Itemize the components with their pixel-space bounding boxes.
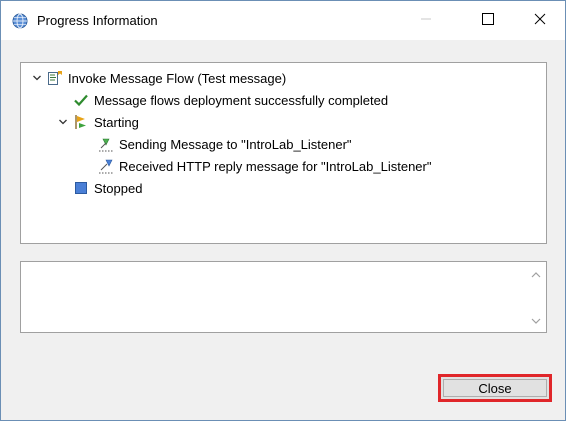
tree-item-starting[interactable]: Starting — [56, 112, 139, 132]
tree-item-label: Received HTTP reply message for "IntroLa… — [119, 158, 432, 174]
minimize-button[interactable] — [403, 1, 449, 40]
invoke-flow-icon — [47, 70, 63, 86]
tree-item-label: Message flows deployment successfully co… — [94, 92, 389, 108]
stop-icon — [73, 180, 89, 196]
close-button[interactable]: Close — [438, 374, 552, 402]
tree-item-label: Starting — [94, 114, 139, 130]
tree-item-sending-message[interactable]: Sending Message to "IntroLab_Listener" — [98, 134, 352, 154]
maximize-icon — [482, 13, 494, 28]
globe-icon — [12, 13, 28, 29]
starting-flag-icon — [73, 114, 89, 130]
scroll-up-icon[interactable] — [530, 269, 542, 279]
tree-item-received-reply[interactable]: Received HTTP reply message for "IntroLa… — [98, 156, 431, 176]
checkmark-icon — [73, 92, 89, 108]
tree-item-stopped[interactable]: Stopped — [73, 178, 142, 198]
minimize-icon — [420, 13, 432, 28]
tree-item-label: Sending Message to "IntroLab_Listener" — [119, 136, 352, 152]
scroll-down-icon[interactable] — [530, 315, 542, 325]
window-title: Progress Information — [37, 13, 158, 28]
tree-item-deployment-completed[interactable]: Message flows deployment successfully co… — [73, 90, 388, 110]
progress-tree[interactable]: Invoke Message Flow (Test message) Messa… — [20, 62, 547, 244]
details-text-area[interactable] — [20, 261, 547, 333]
close-button-focus-frame — [443, 379, 547, 397]
progress-dialog: Progress Information Invoke Message Flow… — [0, 0, 566, 421]
maximize-button[interactable] — [465, 1, 511, 40]
send-message-icon — [98, 136, 114, 152]
close-icon — [534, 13, 546, 28]
close-window-button[interactable] — [517, 1, 563, 40]
tree-item-invoke-flow[interactable]: Invoke Message Flow (Test message) — [30, 68, 286, 88]
tree-item-label: Stopped — [94, 180, 143, 196]
tree-item-label: Invoke Message Flow (Test message) — [68, 70, 287, 86]
chevron-down-icon[interactable] — [56, 112, 70, 132]
chevron-down-icon[interactable] — [30, 68, 44, 88]
title-bar[interactable]: Progress Information — [1, 1, 565, 40]
receive-message-icon — [98, 158, 114, 174]
